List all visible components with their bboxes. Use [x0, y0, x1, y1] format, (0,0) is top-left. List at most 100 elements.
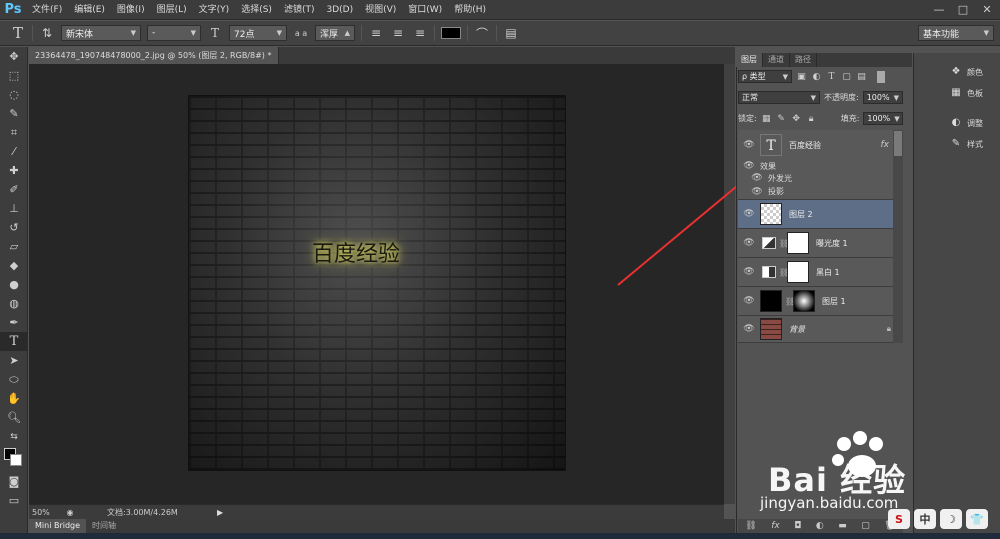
text-color-swatch[interactable]	[441, 27, 461, 39]
workspace-select[interactable]: 基本功能 ▼	[918, 25, 994, 41]
tab-channels[interactable]: 通道	[763, 53, 790, 67]
warp-text-icon[interactable]: ⌒	[474, 25, 490, 42]
brush-tool-icon[interactable]: ✐	[0, 180, 28, 199]
new-layer-icon[interactable]: ▢	[861, 521, 870, 531]
move-tool-icon[interactable]: ✥	[0, 47, 28, 66]
link-icon[interactable]: ⛓︎	[779, 239, 789, 248]
menu-type[interactable]: 文字(Y)	[193, 0, 236, 20]
lasso-tool-icon[interactable]: ◌	[0, 85, 28, 104]
lock-transparent-icon[interactable]: ▦	[761, 114, 772, 124]
zoom-level[interactable]: 50%	[29, 508, 63, 517]
panel-adjustments[interactable]: ◐ 调整	[950, 117, 983, 129]
eraser-tool-icon[interactable]: ▱	[0, 237, 28, 256]
layer-row-background[interactable]: 👁︎ 背景 🔒︎	[738, 316, 903, 343]
drop-shadow-eye-icon[interactable]: 👁︎	[746, 187, 768, 197]
align-center-icon[interactable]: ≡	[390, 26, 406, 40]
blur-tool-icon[interactable]: ●	[0, 275, 28, 294]
outer-glow-eye-icon[interactable]: 👁︎	[746, 173, 768, 183]
ellipse-tool-icon[interactable]: ⬭	[0, 370, 28, 389]
background-color[interactable]	[10, 454, 22, 466]
close-button[interactable]: ✕	[978, 3, 996, 17]
visibility-eye-icon[interactable]: 👁︎	[738, 267, 760, 277]
tab-layers[interactable]: 图层	[736, 53, 763, 67]
layer-row-layer2[interactable]: 👁︎ 图层 2	[738, 200, 903, 229]
maximize-button[interactable]: □	[954, 3, 972, 17]
layer-row-text[interactable]: 👁︎ T 百度经验 fx	[738, 130, 903, 160]
layer-list-scrollbar[interactable]	[893, 130, 903, 343]
filter-pixel-icon[interactable]: ▣	[796, 72, 807, 82]
paint-bucket-tool-icon[interactable]: ◆	[0, 256, 28, 275]
menu-file[interactable]: 文件(F)	[26, 0, 68, 20]
fill-input[interactable]: 100% ▼	[863, 112, 904, 125]
zoom-tool-icon[interactable]: 🔍︎	[0, 408, 28, 427]
font-size-select[interactable]: 72点 ▼	[229, 25, 287, 41]
type-tool-icon[interactable]: T	[10, 24, 26, 42]
status-arrow-icon[interactable]: ▶	[217, 508, 223, 517]
moon-icon[interactable]: ☽	[940, 509, 962, 529]
quick-select-tool-icon[interactable]: ✎	[0, 104, 28, 123]
filter-smart-icon[interactable]: ▤	[856, 72, 867, 82]
type-tool-icon[interactable]: T	[0, 332, 28, 351]
lock-pixels-icon[interactable]: ✎	[776, 114, 787, 124]
marquee-tool-icon[interactable]: ⬚	[0, 66, 28, 85]
quick-mask-icon[interactable]: ◙	[0, 472, 28, 491]
panel-swatches[interactable]: ▦ 色板	[950, 87, 983, 99]
add-style-icon[interactable]: fx	[771, 521, 780, 531]
effect-row-drop-shadow[interactable]: 👁︎ 投影	[738, 184, 903, 200]
menu-view[interactable]: 视图(V)	[359, 0, 402, 20]
minimize-button[interactable]: —	[930, 3, 948, 17]
effect-row-outer-glow[interactable]: 👁︎ 外发光	[738, 172, 903, 184]
layer-kind-filter[interactable]: ρ 类型 ▼	[738, 70, 792, 83]
menu-edit[interactable]: 编辑(E)	[68, 0, 111, 20]
add-mask-icon[interactable]: ◘	[794, 521, 801, 531]
menu-help[interactable]: 帮助(H)	[448, 0, 492, 20]
visibility-eye-icon[interactable]: 👁︎	[738, 324, 760, 334]
brick-wall-image[interactable]	[189, 96, 565, 470]
stamp-tool-icon[interactable]: ⊥	[0, 199, 28, 218]
anti-alias-select[interactable]: 浑厚 ▲	[315, 25, 355, 41]
fx-icon[interactable]: fx	[881, 140, 890, 150]
lock-position-icon[interactable]: ✥	[791, 114, 802, 124]
tab-paths[interactable]: 路径	[790, 53, 817, 67]
layer-row-exposure[interactable]: 👁︎ ⛓︎ 曝光度 1	[738, 229, 903, 258]
font-family-select[interactable]: 新宋体 ▼	[61, 25, 141, 41]
skin-icon[interactable]: 👕	[966, 509, 988, 529]
tab-timeline[interactable]: 时间轴	[86, 519, 122, 533]
screen-mode-icon[interactable]: ▭	[0, 491, 28, 510]
swap-colors-icon[interactable]: ⇆	[0, 427, 28, 446]
align-left-icon[interactable]: ≡	[368, 26, 384, 40]
blend-mode-select[interactable]: 正常 ▼	[738, 91, 820, 104]
menu-window[interactable]: 窗口(W)	[402, 0, 448, 20]
link-layers-icon[interactable]: ⛓︎	[745, 521, 756, 531]
path-select-tool-icon[interactable]: ➤	[0, 351, 28, 370]
font-style-select[interactable]: - ▼	[147, 25, 201, 41]
tab-mini-bridge[interactable]: Mini Bridge	[29, 519, 87, 533]
menu-filter[interactable]: 滤镜(T)	[278, 0, 321, 20]
ime-chinese-icon[interactable]: 中	[914, 509, 936, 529]
character-panel-icon[interactable]: ▤	[503, 26, 519, 40]
new-adjustment-icon[interactable]: ◐	[816, 521, 824, 531]
healing-tool-icon[interactable]: ✚	[0, 161, 28, 180]
filter-toggle[interactable]	[877, 70, 885, 83]
lock-all-icon[interactable]: 🔒︎	[806, 114, 817, 124]
history-brush-tool-icon[interactable]: ↺	[0, 218, 28, 237]
menu-select[interactable]: 选择(S)	[235, 0, 278, 20]
layer-list-scroll-thumb[interactable]	[894, 131, 902, 156]
document-tab[interactable]: 23364478_190748478000_2.jpg @ 50% (图层 2,…	[29, 47, 279, 64]
dodge-tool-icon[interactable]: ◍	[0, 294, 28, 313]
visibility-eye-icon[interactable]: 👁︎	[738, 296, 760, 306]
menu-layer[interactable]: 图层(L)	[151, 0, 193, 20]
opacity-input[interactable]: 100% ▼	[862, 91, 903, 104]
orientation-toggle-icon[interactable]: ⇅	[39, 26, 55, 40]
align-right-icon[interactable]: ≡	[412, 26, 428, 40]
pen-tool-icon[interactable]: ✒	[0, 313, 28, 332]
visibility-eye-icon[interactable]: 👁︎	[738, 140, 760, 150]
crop-tool-icon[interactable]: ⌗	[0, 123, 28, 142]
sogou-ime-icon[interactable]: S	[888, 509, 910, 529]
visibility-eye-icon[interactable]: 👁︎	[738, 238, 760, 248]
layer-row-layer1[interactable]: 👁︎ ⛓︎ 图层 1	[738, 287, 903, 316]
color-swatches[interactable]	[0, 446, 27, 472]
menu-image[interactable]: 图像(I)	[111, 0, 151, 20]
layer-row-black-white[interactable]: 👁︎ ⛓︎ 黑白 1	[738, 258, 903, 287]
panel-styles[interactable]: ✎ 样式	[950, 138, 983, 150]
